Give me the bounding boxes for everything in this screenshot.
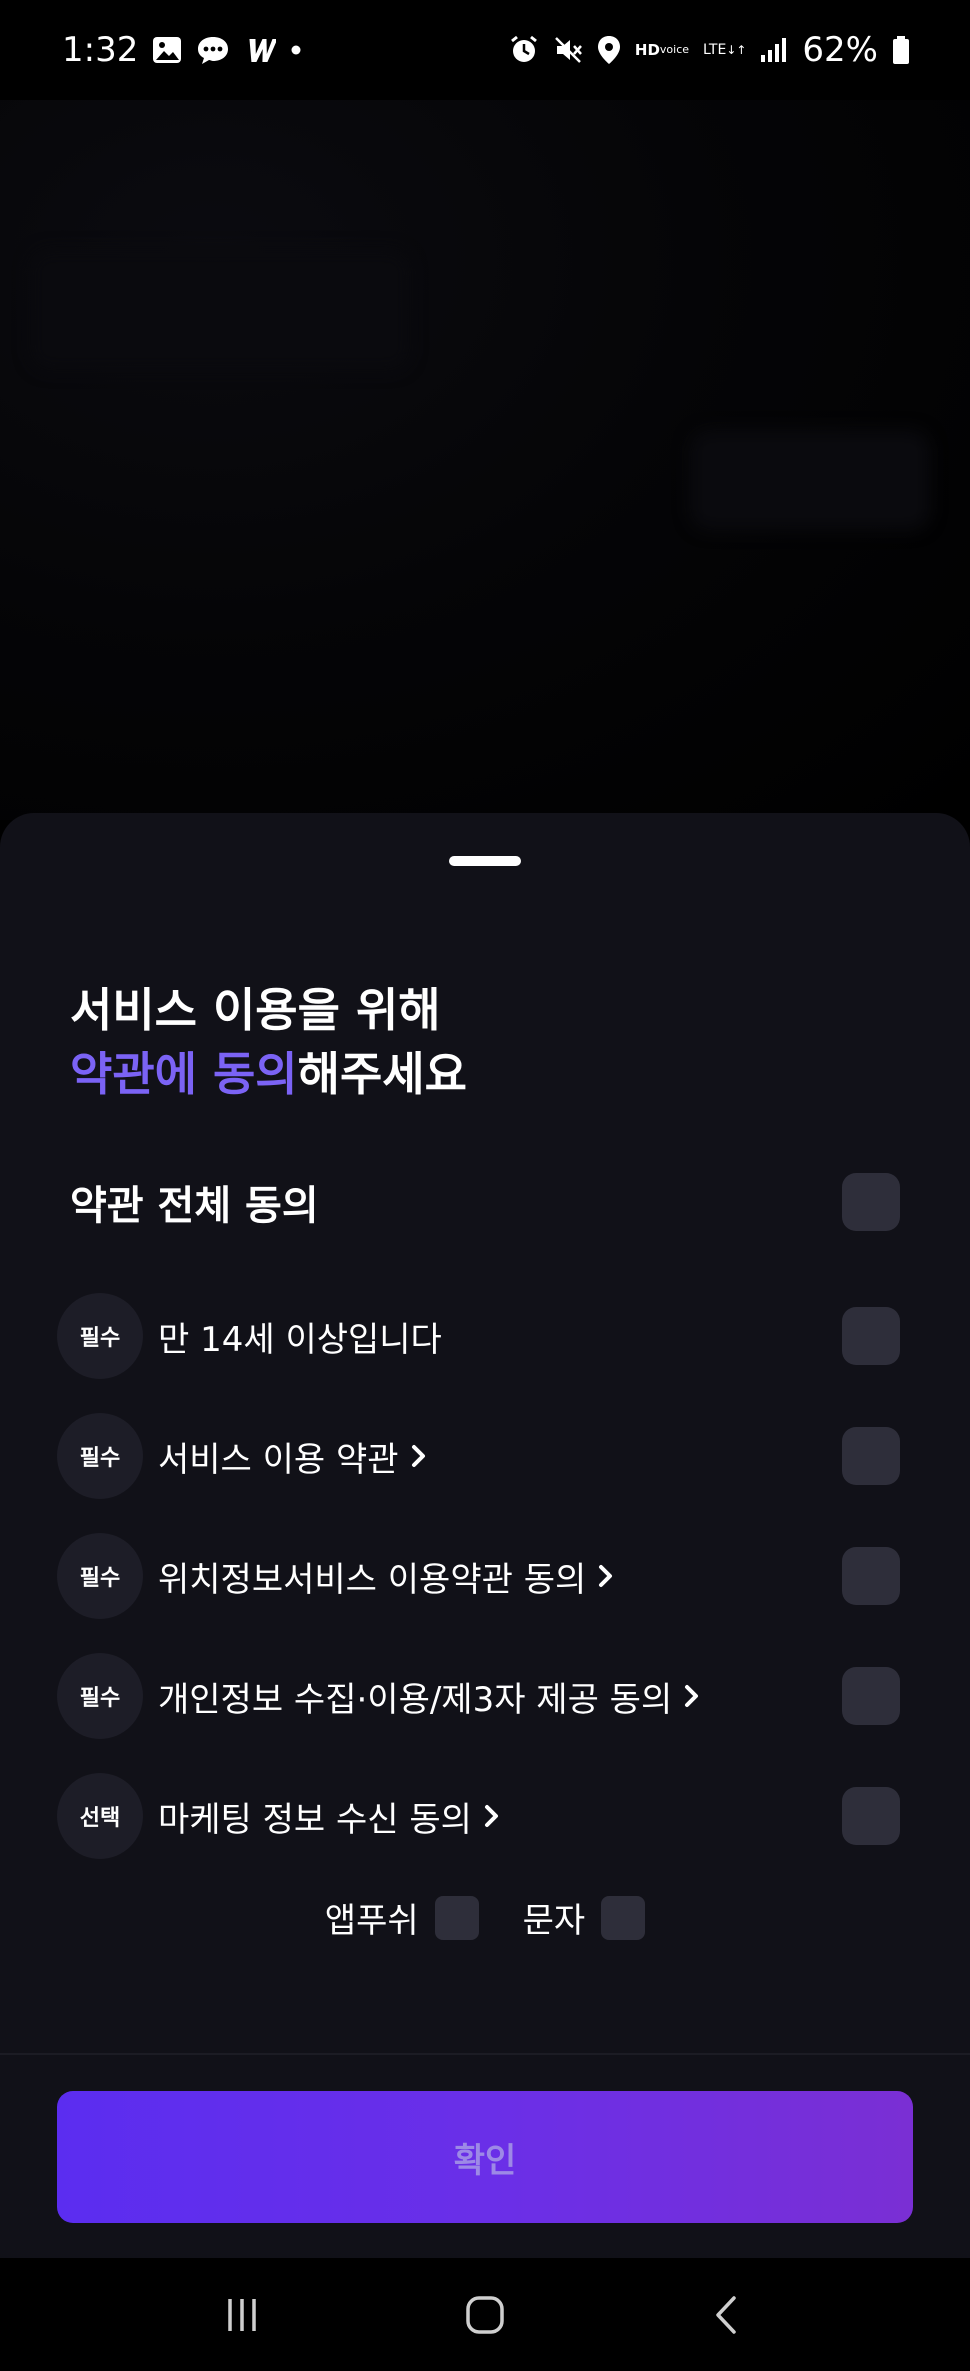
- gallery-icon: [152, 36, 182, 64]
- term-label[interactable]: 개인정보 수집·이용/제3자 제공 동의: [158, 1672, 672, 1721]
- lte-label: LTE: [703, 42, 727, 58]
- marketing-channels: 앱푸쉬 문자: [0, 1893, 970, 1942]
- term-label[interactable]: 마케팅 정보 수신 동의: [158, 1792, 472, 1841]
- lte-icon: LTE ↓↑: [703, 42, 747, 58]
- term-row-privacy[interactable]: 필수 개인정보 수집·이용/제3자 제공 동의: [57, 1653, 900, 1739]
- hd-voice-icon: HD voice: [634, 41, 690, 59]
- location-icon: [597, 35, 621, 65]
- term-checkbox[interactable]: [842, 1787, 900, 1845]
- term-row-age[interactable]: 필수 만 14세 이상입니다: [57, 1293, 900, 1379]
- title-rest: 해주세요: [297, 1047, 467, 1101]
- status-right: HD voice LTE ↓↑ 62%: [509, 30, 910, 70]
- push-checkbox[interactable]: [434, 1895, 479, 1940]
- agree-all-row[interactable]: 약관 전체 동의: [70, 1173, 900, 1231]
- sheet-title: 서비스 이용을 위해 약관에 동의해주세요: [70, 978, 467, 1106]
- battery-percent: 62%: [802, 30, 878, 70]
- chat-icon: [196, 35, 230, 65]
- optional-badge: 선택: [57, 1773, 143, 1859]
- terms-bottom-sheet: 서비스 이용을 위해 약관에 동의해주세요 약관 전체 동의 필수 만 14세 …: [0, 813, 970, 2258]
- sms-checkbox[interactable]: [601, 1895, 646, 1940]
- term-row-service[interactable]: 필수 서비스 이용 약관: [57, 1413, 900, 1499]
- term-row-location[interactable]: 필수 위치정보서비스 이용약관 동의: [57, 1533, 900, 1619]
- channel-push[interactable]: 앱푸쉬: [325, 1893, 479, 1942]
- divider: [0, 2053, 970, 2055]
- status-bar: 1:32 HD voice LTE ↓↑ 62%: [0, 0, 970, 100]
- term-label: 만 14세 이상입니다: [158, 1319, 442, 1360]
- chevron-right-icon[interactable]: [484, 1803, 500, 1829]
- term-checkbox[interactable]: [842, 1667, 900, 1725]
- status-left: 1:32: [62, 30, 302, 70]
- chevron-right-icon[interactable]: [411, 1443, 427, 1469]
- term-checkbox[interactable]: [842, 1307, 900, 1365]
- hd-label: HD: [634, 41, 660, 59]
- chevron-right-icon[interactable]: [598, 1563, 614, 1589]
- agree-all-label: 약관 전체 동의: [70, 1183, 319, 1229]
- home-icon[interactable]: [445, 2275, 525, 2355]
- dot-icon: [290, 44, 302, 56]
- title-line-1: 서비스 이용을 위해: [70, 983, 441, 1037]
- alarm-icon: [509, 35, 539, 65]
- recent-apps-icon[interactable]: [202, 2275, 282, 2355]
- term-checkbox[interactable]: [842, 1547, 900, 1605]
- channel-sms[interactable]: 문자: [523, 1893, 646, 1942]
- blurred-content: [30, 250, 410, 370]
- required-badge: 필수: [57, 1653, 143, 1739]
- title-line-2: 약관에 동의해주세요: [70, 1042, 467, 1106]
- term-checkbox[interactable]: [842, 1427, 900, 1485]
- back-icon[interactable]: [688, 2275, 768, 2355]
- sheet-drag-handle[interactable]: [449, 856, 521, 866]
- confirm-button[interactable]: 확인: [57, 2091, 913, 2223]
- signal-icon: [760, 37, 788, 63]
- required-badge: 필수: [57, 1413, 143, 1499]
- term-label[interactable]: 위치정보서비스 이용약관 동의: [158, 1552, 586, 1601]
- agree-all-checkbox[interactable]: [842, 1173, 900, 1231]
- channel-label: 문자: [522, 1901, 586, 1941]
- w-icon: [244, 36, 277, 64]
- status-time: 1:32: [62, 30, 139, 70]
- battery-icon: [892, 35, 910, 65]
- chevron-right-icon[interactable]: [684, 1683, 700, 1709]
- required-badge: 필수: [57, 1293, 143, 1379]
- term-row-marketing[interactable]: 선택 마케팅 정보 수신 동의: [57, 1773, 900, 1859]
- voice-label: voice: [659, 43, 690, 56]
- title-accent: 약관에 동의: [70, 1047, 298, 1101]
- dimmed-background[interactable]: [0, 100, 970, 820]
- required-badge: 필수: [57, 1533, 143, 1619]
- system-nav-bar: [0, 2258, 970, 2371]
- term-label[interactable]: 서비스 이용 약관: [158, 1432, 399, 1481]
- mute-icon: [553, 35, 583, 65]
- blurred-content: [690, 430, 930, 530]
- channel-label: 앱푸쉬: [324, 1901, 419, 1941]
